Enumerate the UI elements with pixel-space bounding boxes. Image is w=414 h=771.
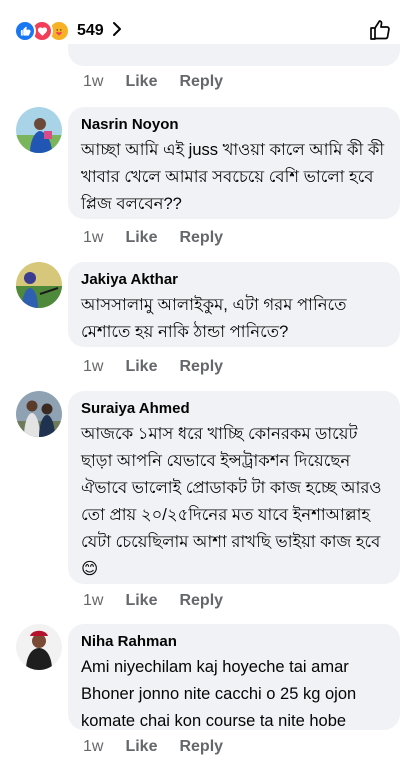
comment-time: 1w [83, 592, 104, 609]
comment-text: আজকে ১মাস ধরে খাচ্ছি কোনরকম ডায়েট ছাড়া… [81, 425, 382, 578]
like-post-button[interactable] [368, 18, 392, 47]
comment-text: আচ্ছা আমি এই juss খাওয়া কালে আমি কী কী … [81, 141, 385, 213]
comment-text: Ami niyechilam kaj hoyeche tai amar Bhon… [81, 658, 357, 730]
like-comment-button[interactable]: Like [125, 738, 157, 756]
previous-comment-bubble [68, 44, 400, 66]
reply-comment-button[interactable]: Reply [179, 73, 223, 91]
like-comment-button[interactable]: Like [125, 73, 157, 91]
comment-actions: 1w Like Reply [83, 73, 245, 91]
avatar[interactable] [16, 262, 62, 308]
comment-text: আসসালামু আলাইকুম, এটা গরম পানিতে মেশাতে … [81, 296, 347, 341]
comment-bubble: Jakiya Akthar আসসালামু আলাইকুম, এটা গরম … [68, 262, 400, 347]
like-reaction-icon [14, 20, 36, 42]
like-comment-button[interactable]: Like [125, 592, 157, 610]
like-comment-button[interactable]: Like [125, 358, 157, 376]
comment-time: 1w [83, 73, 104, 90]
comment-time: 1w [83, 229, 104, 246]
reply-comment-button[interactable]: Reply [179, 229, 223, 247]
avatar[interactable] [16, 107, 62, 153]
comment-time: 1w [83, 738, 104, 755]
comment-time: 1w [83, 358, 104, 375]
comment-bubble: Suraiya Ahmed আজকে ১মাস ধরে খাচ্ছি কোনরক… [68, 391, 400, 584]
chevron-right-icon [112, 21, 122, 42]
comment-actions: 1w Like Reply [83, 229, 245, 247]
reply-comment-button[interactable]: Reply [179, 738, 223, 756]
comment-bubble: Nasrin Noyon আচ্ছা আমি এই juss খাওয়া কা… [68, 107, 400, 219]
reply-comment-button[interactable]: Reply [179, 592, 223, 610]
comment-actions: 1w Like Reply [83, 592, 245, 610]
thumbs-up-outline-icon [370, 20, 390, 40]
commenter-name[interactable]: Jakiya Akthar [81, 270, 387, 290]
comment-actions: 1w Like Reply [83, 738, 245, 756]
commenter-name[interactable]: Niha Rahman [81, 632, 387, 652]
reply-comment-button[interactable]: Reply [179, 358, 223, 376]
comment-bubble: Niha Rahman Ami niyechilam kaj hoyeche t… [68, 624, 400, 730]
reaction-summary[interactable]: 549 [14, 18, 122, 44]
reaction-count: 549 [77, 22, 104, 39]
like-comment-button[interactable]: Like [125, 229, 157, 247]
commenter-name[interactable]: Suraiya Ahmed [81, 399, 387, 419]
avatar[interactable] [16, 391, 62, 437]
avatar[interactable] [16, 624, 62, 670]
comment-actions: 1w Like Reply [83, 358, 245, 376]
commenter-name[interactable]: Nasrin Noyon [81, 115, 387, 135]
